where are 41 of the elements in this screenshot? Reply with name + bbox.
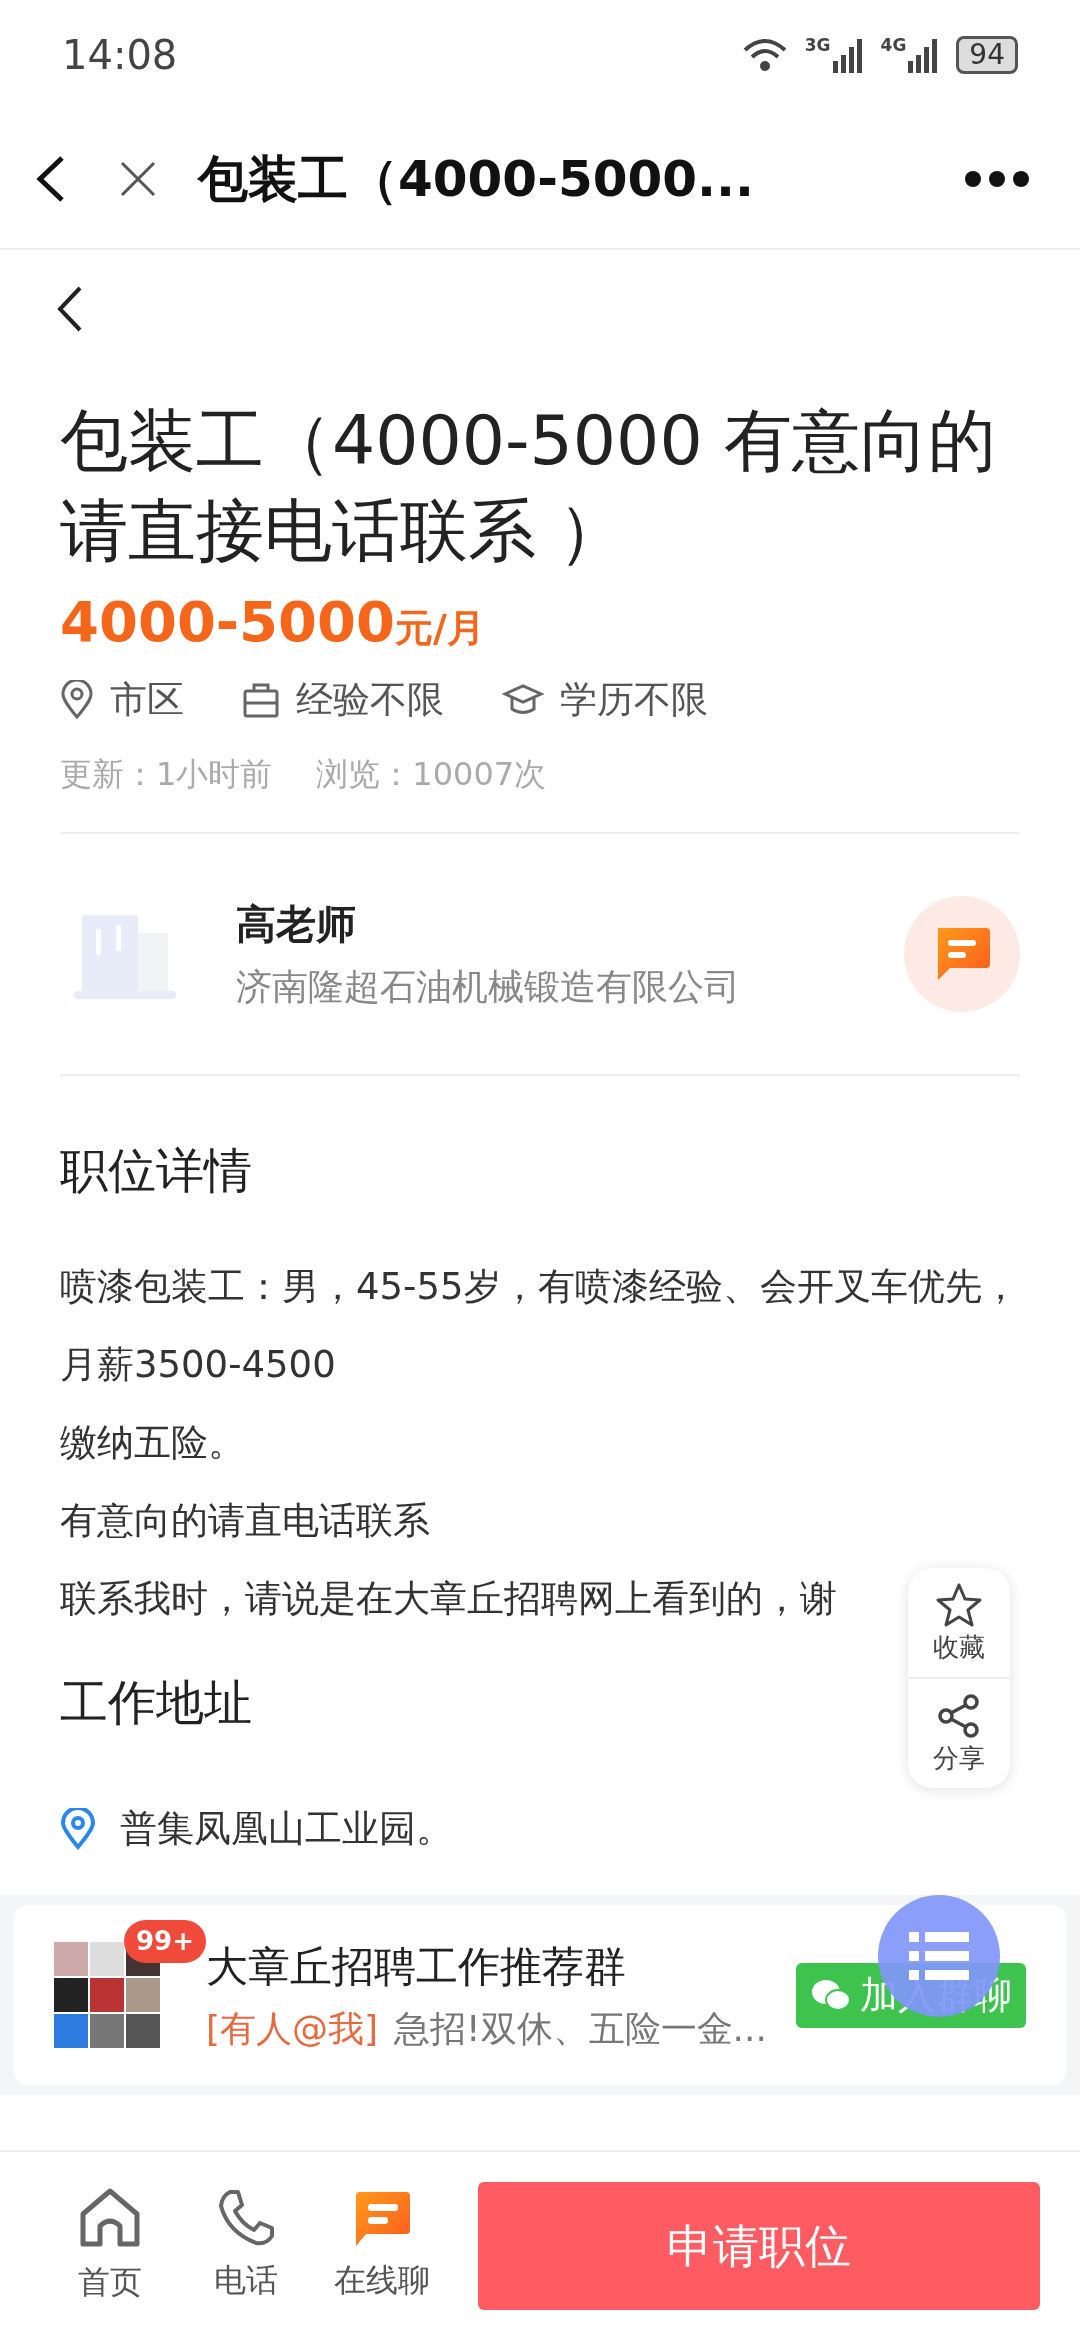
contact-name: 高老师 — [236, 899, 357, 949]
page-title: 包装工（4000-5000... — [198, 148, 755, 210]
description-text: 喷漆包装工：男，45-55岁，有喷漆经验、会开叉车优先，月薪3500-4500 — [60, 1263, 1020, 1388]
close-button[interactable] — [118, 159, 158, 199]
message-preview: 急招!双休、五险一金... — [394, 2006, 767, 2051]
update-time: 更新：1小时前 — [60, 753, 273, 795]
job-tag: 经验不限 — [296, 672, 444, 728]
signal-icon — [830, 37, 865, 73]
section-heading: 职位详情 — [60, 1140, 252, 1200]
phone-tab[interactable]: 电话 — [196, 2187, 296, 2305]
job-tag: 市区 — [110, 672, 184, 728]
section-heading: 工作地址 — [60, 1672, 252, 1732]
home-tab[interactable]: 首页 — [60, 2185, 160, 2307]
job-tag: 学历不限 — [560, 672, 708, 728]
share-button[interactable]: 分享 — [908, 1677, 1010, 1788]
more-button[interactable] — [964, 169, 1030, 189]
address-text: 普集凤凰山工业园。 — [120, 1805, 453, 1852]
chat-tab[interactable]: 在线聊 — [332, 2187, 432, 2305]
phone-icon — [216, 2188, 276, 2248]
location-pin-icon — [60, 1807, 96, 1850]
home-icon — [78, 2186, 142, 2250]
network-label: 4G — [880, 37, 907, 54]
description-text: 缴纳五险。 — [60, 1419, 245, 1466]
salary: 4000-5000 — [60, 588, 395, 656]
location-pin-icon — [60, 679, 94, 720]
status-time: 14:08 — [62, 31, 178, 80]
description-text: 联系我时，请说是在大章丘招聘网上看到的，谢 — [60, 1575, 837, 1622]
battery-indicator: 94 — [956, 36, 1018, 74]
star-icon — [936, 1582, 982, 1628]
job-title: 包装工（4000-5000 有意向的请直接电话联系 ） — [60, 400, 998, 572]
share-icon — [936, 1693, 982, 1739]
more-icon — [964, 169, 1030, 189]
network-label: 3G — [804, 37, 831, 54]
mention-tag: [有人@我] — [206, 2001, 379, 2056]
view-count: 浏览：10007次 — [316, 753, 547, 795]
description-text: 有意向的请直电话联系 — [60, 1497, 430, 1544]
close-icon — [118, 159, 158, 199]
company-name: 济南隆超石油机械锻造有限公司 — [236, 964, 740, 1009]
salary-unit: 元/月 — [394, 605, 485, 652]
favorite-button[interactable]: 收藏 — [908, 1568, 1010, 1677]
group-title: 大章丘招聘工作推荐群 — [206, 1940, 627, 1993]
